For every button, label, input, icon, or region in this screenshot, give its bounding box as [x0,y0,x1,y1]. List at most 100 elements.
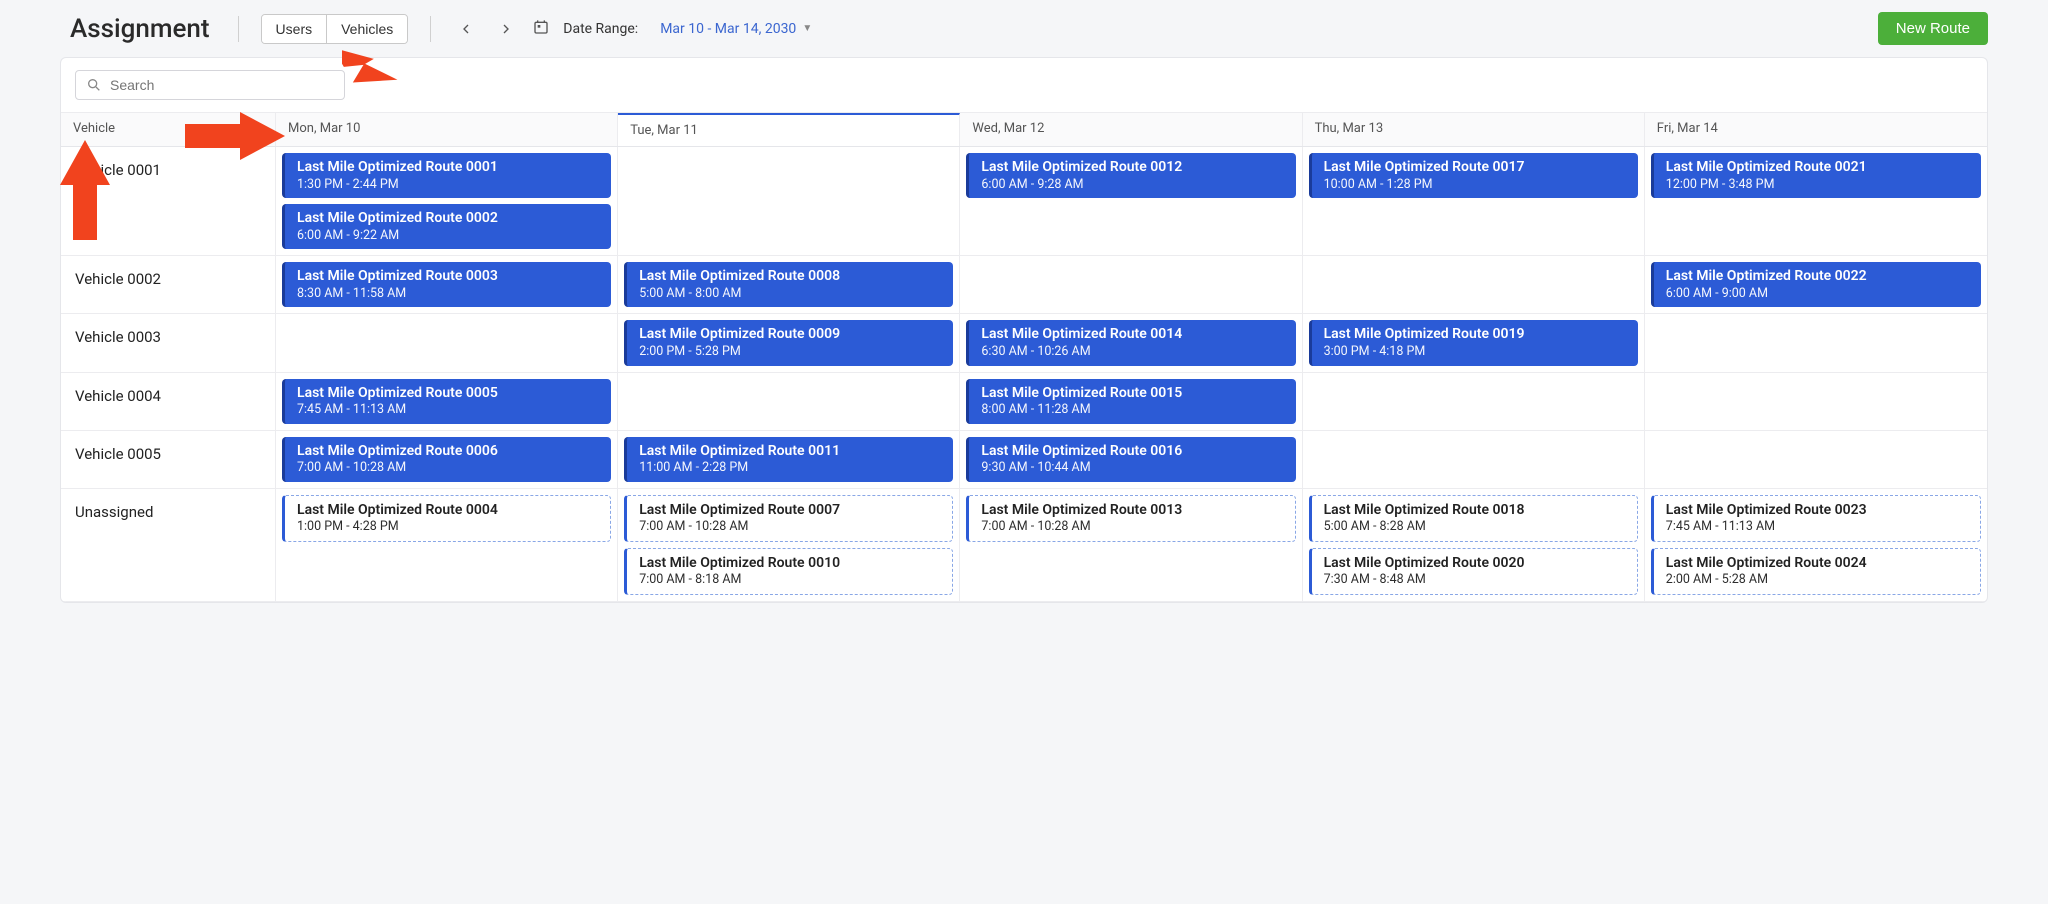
day-cell[interactable]: Last Mile Optimized Route 00041:00 PM - … [276,489,618,601]
new-route-button[interactable]: New Route [1878,12,1988,45]
day-cell[interactable]: Last Mile Optimized Route 00126:00 AM - … [960,147,1302,255]
day-cell[interactable] [276,314,618,371]
route-card[interactable]: Last Mile Optimized Route 00126:00 AM - … [966,153,1295,198]
col-day-0[interactable]: Mon, Mar 10 [276,113,618,146]
route-title: Last Mile Optimized Route 0011 [639,443,943,461]
route-time: 5:00 AM - 8:00 AM [639,286,943,302]
route-title: Last Mile Optimized Route 0013 [981,502,1284,520]
day-cell[interactable] [1645,373,1987,430]
grid-row: Vehicle 0001Last Mile Optimized Route 00… [61,147,1987,256]
vehicle-cell: Vehicle 0003 [61,314,276,371]
route-card[interactable]: Last Mile Optimized Route 001710:00 AM -… [1309,153,1638,198]
route-time: 12:00 PM - 3:48 PM [1666,177,1971,193]
route-card[interactable]: Last Mile Optimized Route 00237:45 AM - … [1651,495,1981,542]
route-title: Last Mile Optimized Route 0020 [1324,555,1627,573]
route-card[interactable]: Last Mile Optimized Route 00026:00 AM - … [282,204,611,249]
day-cell[interactable]: Last Mile Optimized Route 00185:00 AM - … [1303,489,1645,601]
col-day-2[interactable]: Wed, Mar 12 [960,113,1302,146]
route-card[interactable]: Last Mile Optimized Route 00107:00 AM - … [624,548,953,595]
grid-header: Vehicle Mon, Mar 10 Tue, Mar 11 Wed, Mar… [61,113,1987,147]
day-cell[interactable]: Last Mile Optimized Route 00193:00 PM - … [1303,314,1645,371]
route-card[interactable]: Last Mile Optimized Route 00146:30 AM - … [966,320,1295,365]
day-cell[interactable]: Last Mile Optimized Route 00137:00 AM - … [960,489,1302,601]
route-card[interactable]: Last Mile Optimized Route 00137:00 AM - … [966,495,1295,542]
col-vehicle: Vehicle [61,113,276,146]
route-title: Last Mile Optimized Route 0023 [1666,502,1970,520]
day-cell[interactable] [1645,431,1987,488]
route-title: Last Mile Optimized Route 0001 [297,159,601,177]
route-card[interactable]: Last Mile Optimized Route 001111:00 AM -… [624,437,953,482]
route-card[interactable]: Last Mile Optimized Route 00067:00 AM - … [282,437,611,482]
day-cell[interactable] [618,147,960,255]
page-title: Assignment [70,14,210,44]
route-card[interactable]: Last Mile Optimized Route 00077:00 AM - … [624,495,953,542]
route-title: Last Mile Optimized Route 0010 [639,555,942,573]
route-card[interactable]: Last Mile Optimized Route 00169:30 AM - … [966,437,1295,482]
grid-row: Vehicle 0004Last Mile Optimized Route 00… [61,373,1987,431]
route-card[interactable]: Last Mile Optimized Route 00092:00 PM - … [624,320,953,365]
route-card[interactable]: Last Mile Optimized Route 00041:00 PM - … [282,495,611,542]
day-cell[interactable]: Last Mile Optimized Route 00077:00 AM - … [618,489,960,601]
route-card[interactable]: Last Mile Optimized Route 00207:30 AM - … [1309,548,1638,595]
day-cell[interactable] [1303,431,1645,488]
day-cell[interactable]: Last Mile Optimized Route 00067:00 AM - … [276,431,618,488]
next-range-button[interactable] [493,16,519,42]
col-day-1[interactable]: Tue, Mar 11 [618,113,960,146]
route-card[interactable]: Last Mile Optimized Route 00242:00 AM - … [1651,548,1981,595]
day-cell[interactable]: Last Mile Optimized Route 00226:00 AM - … [1645,256,1987,313]
route-title: Last Mile Optimized Route 0005 [297,385,601,403]
day-cell[interactable]: Last Mile Optimized Route 00237:45 AM - … [1645,489,1987,601]
route-time: 10:00 AM - 1:28 PM [1324,177,1628,193]
tab-vehicles[interactable]: Vehicles [326,15,407,43]
col-day-3[interactable]: Thu, Mar 13 [1303,113,1645,146]
route-card[interactable]: Last Mile Optimized Route 00193:00 PM - … [1309,320,1638,365]
route-title: Last Mile Optimized Route 0002 [297,210,601,228]
route-time: 2:00 AM - 5:28 AM [1666,572,1970,588]
vehicle-cell: Vehicle 0001 [61,147,276,255]
day-cell[interactable]: Last Mile Optimized Route 00057:45 AM - … [276,373,618,430]
route-card[interactable]: Last Mile Optimized Route 00038:30 AM - … [282,262,611,307]
day-cell[interactable]: Last Mile Optimized Route 00169:30 AM - … [960,431,1302,488]
prev-range-button[interactable] [453,16,479,42]
day-cell[interactable] [618,373,960,430]
tab-users[interactable]: Users [262,15,327,43]
day-cell[interactable]: Last Mile Optimized Route 00146:30 AM - … [960,314,1302,371]
route-card[interactable]: Last Mile Optimized Route 00011:30 PM - … [282,153,611,198]
day-cell[interactable] [1303,256,1645,313]
route-title: Last Mile Optimized Route 0018 [1324,502,1627,520]
route-card[interactable]: Last Mile Optimized Route 00085:00 AM - … [624,262,953,307]
route-card[interactable]: Last Mile Optimized Route 00185:00 AM - … [1309,495,1638,542]
search-input[interactable] [110,77,334,93]
route-time: 7:45 AM - 11:13 AM [297,402,601,418]
assignment-panel: Vehicle Mon, Mar 10 Tue, Mar 11 Wed, Mar… [60,57,1988,603]
route-card[interactable]: Last Mile Optimized Route 002112:00 PM -… [1651,153,1981,198]
route-title: Last Mile Optimized Route 0021 [1666,159,1971,177]
day-cell[interactable]: Last Mile Optimized Route 00038:30 AM - … [276,256,618,313]
day-cell[interactable]: Last Mile Optimized Route 002112:00 PM -… [1645,147,1987,255]
route-title: Last Mile Optimized Route 0003 [297,268,601,286]
route-time: 5:00 AM - 8:28 AM [1324,519,1627,535]
search-box[interactable] [75,70,345,100]
day-cell[interactable]: Last Mile Optimized Route 00092:00 PM - … [618,314,960,371]
grid-row: Vehicle 0002Last Mile Optimized Route 00… [61,256,1987,314]
day-cell[interactable]: Last Mile Optimized Route 001111:00 AM -… [618,431,960,488]
route-title: Last Mile Optimized Route 0007 [639,502,942,520]
divider [238,16,239,42]
date-range-picker[interactable]: Mar 10 - Mar 14, 2030 ▼ [652,17,820,41]
day-cell[interactable] [960,256,1302,313]
topbar: Assignment Users Vehicles Date Range: Ma… [0,0,2048,57]
route-card[interactable]: Last Mile Optimized Route 00158:00 AM - … [966,379,1295,424]
vehicle-cell: Vehicle 0005 [61,431,276,488]
route-card[interactable]: Last Mile Optimized Route 00057:45 AM - … [282,379,611,424]
route-card[interactable]: Last Mile Optimized Route 00226:00 AM - … [1651,262,1981,307]
day-cell[interactable]: Last Mile Optimized Route 00011:30 PM - … [276,147,618,255]
day-cell[interactable]: Last Mile Optimized Route 00085:00 AM - … [618,256,960,313]
route-time: 9:30 AM - 10:44 AM [981,460,1285,476]
day-cell[interactable]: Last Mile Optimized Route 00158:00 AM - … [960,373,1302,430]
day-cell[interactable] [1645,314,1987,371]
day-cell[interactable]: Last Mile Optimized Route 001710:00 AM -… [1303,147,1645,255]
day-cell[interactable] [1303,373,1645,430]
route-title: Last Mile Optimized Route 0024 [1666,555,1970,573]
col-day-4[interactable]: Fri, Mar 14 [1645,113,1987,146]
route-title: Last Mile Optimized Route 0012 [981,159,1285,177]
